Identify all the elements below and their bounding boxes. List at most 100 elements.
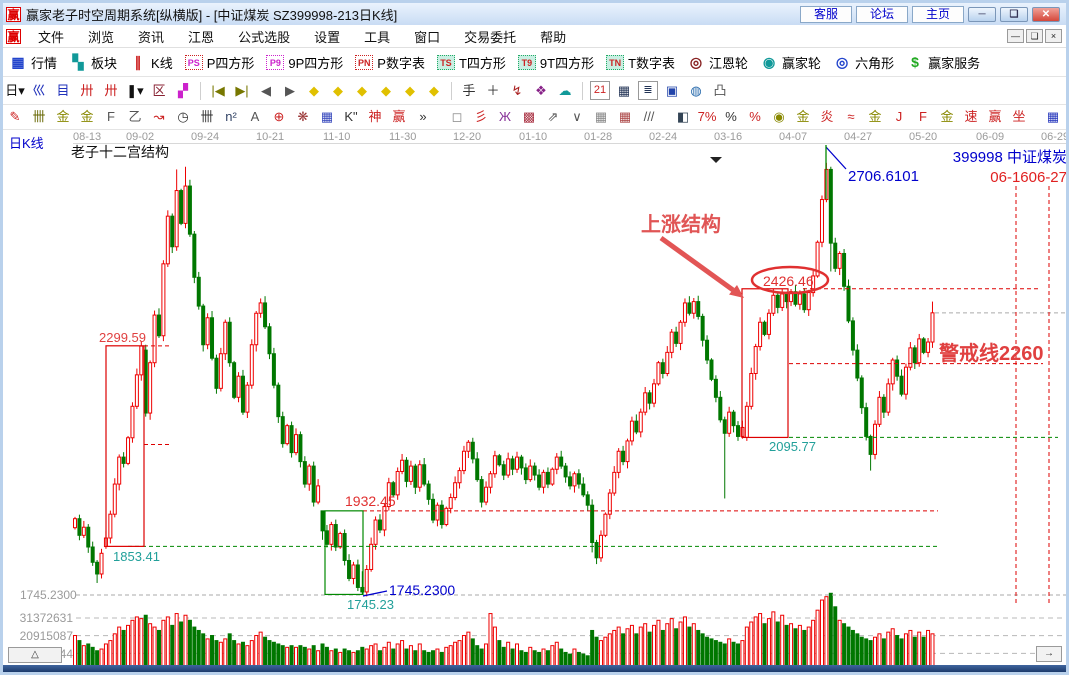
skip-end-icon[interactable]: ▶| [232,81,252,101]
menu-item-0[interactable]: 文件 [26,30,76,45]
toolbar-item-9p-square[interactable]: P9 9P四方形 [266,53,343,72]
gold-2-icon[interactable]: 金 [937,107,957,127]
slashes-icon[interactable]: /// [639,107,659,127]
shen-icon[interactable]: 神 [365,107,385,127]
gold-grid-1-icon[interactable]: 金 [53,107,73,127]
percent-icon[interactable]: % [721,107,741,127]
toolbar-item-hexagon[interactable]: ◎ 六角形 [833,53,894,72]
menu-item-6[interactable]: 工具 [352,30,402,45]
menu-item-2[interactable]: 资讯 [126,30,176,45]
menu-item-3[interactable]: 江恩 [176,30,226,45]
customer-service-button[interactable]: 客服 [800,5,852,23]
toolbar-item-market-quotes[interactable]: ▦ 行情 [9,53,57,72]
column-percent-icon[interactable]: ◧ [673,107,693,127]
diamond-compress-icon[interactable]: ◆ [376,81,396,101]
wave-pattern-icon[interactable]: 巛 [29,81,49,101]
bars-9-icon[interactable]: 卅 [101,81,121,101]
diamond-arrow-right-icon[interactable]: ◆ [328,81,348,101]
toolbar-item-p-number-table[interactable]: PN P数字表 [355,53,425,72]
child-minimize-button[interactable]: — [1007,29,1024,43]
forum-button[interactable]: 论坛 [856,5,908,23]
frame-tool-icon[interactable]: ◻ [447,107,467,127]
grid-center-icon[interactable]: ▦ [1043,107,1063,127]
toolbar-item-gann-wheel[interactable]: ◎ 江恩轮 [687,53,748,72]
child-restore-button[interactable]: ❏ [1026,29,1043,43]
export-icon[interactable]: ◍ [686,81,706,101]
step-forward-icon[interactable]: ▶ [280,81,300,101]
angle-guide-icon[interactable]: A [245,107,265,127]
menu-item-4[interactable]: 公式选股 [226,30,302,45]
save-icon[interactable]: ▣ [662,81,682,101]
toolbar-item-t-number-table[interactable]: TN T数字表 [606,53,675,72]
seven-percent-icon[interactable]: 7% [697,107,717,127]
expand-panel-button[interactable]: △ [8,647,62,663]
vee-lines-icon[interactable]: ∨ [567,107,587,127]
lasso-icon[interactable]: ↯ [507,81,527,101]
toolbar-item-p-square[interactable]: PS P四方形 [184,53,254,72]
candle-select-icon[interactable]: ❚▾ [125,81,145,101]
homepage-button[interactable]: 主页 [912,5,964,23]
n2-icon[interactable]: n² [221,107,241,127]
zuo-icon[interactable]: 坐 [1009,107,1029,127]
crosshair-icon[interactable]: ＋ [483,81,503,101]
notepad-icon[interactable]: ≣ [638,81,658,100]
dropdown-marker-icon[interactable] [710,157,722,163]
spiral-icon[interactable]: 乙 [125,107,145,127]
lattice-icon[interactable]: ▩ [519,107,539,127]
ying-icon[interactable]: 赢 [389,107,409,127]
rays-fan-icon[interactable]: 彡 [471,107,491,127]
note-icon[interactable]: 目 [53,81,73,101]
menu-item-8[interactable]: 交易委托 [452,30,528,45]
clock-circle-icon[interactable]: ◷ [173,107,193,127]
more-chevrons-icon[interactable]: » [413,107,433,127]
scroll-right-button[interactable]: → [1036,646,1062,662]
toolbar-item-kline[interactable]: ∥ K线 [129,53,173,72]
print-icon[interactable]: 凸 [710,81,730,101]
calculator-icon[interactable]: ▦ [614,81,634,101]
cloud-tool-icon[interactable]: ☁ [555,81,575,101]
minimize-button[interactable]: ─ [968,6,996,22]
toolbar-item-winner-wheel[interactable]: ◉ 赢家轮 [760,53,821,72]
histogram-icon[interactable]: ▞ [173,81,193,101]
diamond-arrow-left-icon[interactable]: ◆ [304,81,324,101]
hand-tool-icon[interactable]: 手 [459,81,479,101]
comb-2-icon[interactable]: 卌 [197,107,217,127]
x-grid-icon[interactable]: Ж [495,107,515,127]
toolbar-item-t-square[interactable]: TS T四方形 [436,53,506,72]
bars-3-icon[interactable]: 卅 [77,81,97,101]
comb-icon[interactable]: 卌 [29,107,49,127]
j-line-icon[interactable]: J [889,107,909,127]
toolbar-item-winner-service[interactable]: $ 赢家服务 [906,53,980,72]
skip-start-icon[interactable]: |◀ [208,81,228,101]
close-button[interactable]: ✕ [1032,6,1060,22]
creature-icon[interactable]: ❖ [531,81,551,101]
diamond-cross-icon[interactable]: ◆ [424,81,444,101]
crosshair-circle-icon[interactable]: ⊕ [269,107,289,127]
toolbar-item-sectors[interactable]: ▚ 板块 [69,53,117,72]
restore-button[interactable]: ❏ [1000,6,1028,22]
gold-circle-icon[interactable]: ◉ [769,107,789,127]
step-back-icon[interactable]: ◀ [256,81,276,101]
grid-b-icon[interactable]: ▦ [615,107,635,127]
pen-red-icon[interactable]: ✎ [5,107,25,127]
f-line-icon[interactable]: F [913,107,933,127]
gold-grid-2-icon[interactable]: 金 [77,107,97,127]
ying-2-icon[interactable]: 赢 [985,107,1005,127]
f-grid-icon[interactable]: F [101,107,121,127]
menu-item-1[interactable]: 浏览 [76,30,126,45]
pen-lines-icon[interactable]: ⇗ [543,107,563,127]
calendar-icon[interactable]: 21 [590,81,610,100]
kline-style-dropdown-icon[interactable]: 日▾ [5,81,25,101]
diamond-expand-icon[interactable]: ◆ [400,81,420,101]
wave-icon[interactable]: ≈ [841,107,861,127]
grid-a-icon[interactable]: ▦ [591,107,611,127]
toolbar-item-9t-square[interactable]: T9 9T四方形 [517,53,594,72]
speed-line-icon[interactable]: 速 [961,107,981,127]
child-close-button[interactable]: × [1045,29,1062,43]
percent-bars-icon[interactable]: % [745,107,765,127]
flame-icon[interactable]: 炎 [817,107,837,127]
web-red-icon[interactable]: ❋ [293,107,313,127]
menu-item-9[interactable]: 帮助 [528,30,578,45]
menu-item-5[interactable]: 设置 [302,30,352,45]
gold-bars-icon[interactable]: 金 [793,107,813,127]
